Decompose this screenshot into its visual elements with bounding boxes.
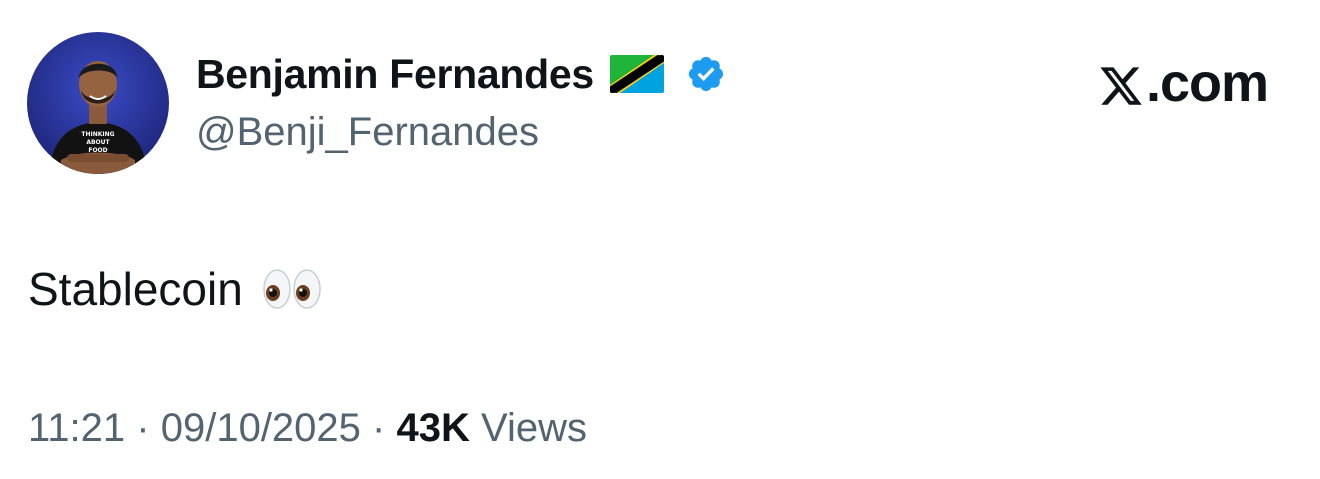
views-label: Views bbox=[481, 406, 587, 450]
author-display-name[interactable]: Benjamin Fernandes bbox=[196, 51, 594, 98]
meta-separator: · bbox=[372, 406, 386, 450]
tweet-time[interactable]: 11:21 bbox=[28, 406, 125, 450]
tweet-text: Stablecoin bbox=[28, 262, 323, 316]
author-name-row: Benjamin Fernandes bbox=[196, 50, 726, 98]
meta-separator: · bbox=[136, 406, 150, 450]
avatar-image: THINKING ABOUT FOOD bbox=[27, 32, 169, 174]
tanzania-flag-icon bbox=[609, 55, 664, 93]
tweet-meta: 11:21 · 09/10/2025 · 43K Views bbox=[28, 406, 587, 451]
eyes-emoji-icon bbox=[261, 267, 323, 311]
author-avatar[interactable]: THINKING ABOUT FOOD bbox=[27, 32, 169, 174]
author-handle[interactable]: @Benji_Fernandes bbox=[196, 110, 539, 155]
tweet-body: Stablecoin bbox=[28, 263, 243, 315]
tweet-date[interactable]: 09/10/2025 bbox=[161, 406, 361, 450]
svg-text:FOOD: FOOD bbox=[88, 147, 107, 154]
x-logo-icon bbox=[1098, 60, 1144, 106]
verified-badge-icon[interactable] bbox=[686, 54, 726, 94]
brand-domain-label: .com bbox=[1145, 53, 1269, 113]
svg-text:THINKING: THINKING bbox=[81, 131, 114, 138]
views-count: 43K bbox=[396, 406, 470, 450]
x-brand: .com bbox=[1098, 52, 1269, 114]
svg-text:ABOUT: ABOUT bbox=[86, 139, 110, 146]
